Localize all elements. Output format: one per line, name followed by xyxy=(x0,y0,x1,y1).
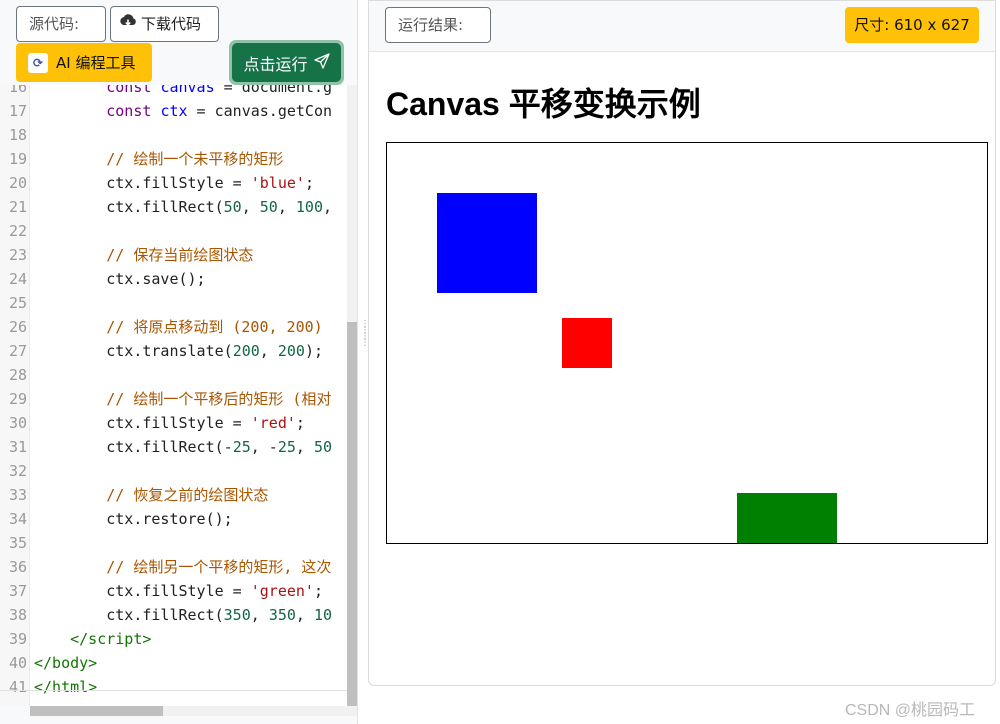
line-number: 19 xyxy=(8,150,27,168)
code-text: ctx.save(); xyxy=(34,270,206,288)
editor-vertical-scroll-thumb[interactable] xyxy=(347,322,357,706)
line-number: 36 xyxy=(8,558,27,576)
code-text: ctx.restore(); xyxy=(34,510,233,528)
line-number: 30 xyxy=(8,414,27,432)
code-text: </html> xyxy=(34,678,98,696)
code-text: ctx.fillStyle = 'blue'; xyxy=(34,174,314,192)
code-text: // 绘制另一个平移的矩形, 这次 xyxy=(106,558,332,576)
line-number: 35 xyxy=(8,534,27,552)
demo-canvas xyxy=(386,142,988,544)
line-number: 21 xyxy=(8,198,27,216)
red-rect xyxy=(562,318,612,368)
result-pane: 运行结果: 尺寸: 610 x 627 Canvas 平移变换示例 xyxy=(368,0,996,686)
line-number: 34 xyxy=(8,510,27,528)
code-text: </script> xyxy=(70,630,152,648)
run-result-button[interactable]: 运行结果: xyxy=(385,7,491,43)
code-text: // 绘制一个平移后的矩形 (相对 xyxy=(106,390,332,408)
run-button-focus-ring: 点击运行 xyxy=(229,40,344,85)
editor-bottom-rule xyxy=(0,690,347,691)
code-text: ctx.translate(200, 200); xyxy=(34,342,323,360)
code-text: // 恢复之前的绘图状态 xyxy=(106,486,269,504)
size-badge: 尺寸: 610 x 627 xyxy=(845,7,979,43)
green-rect xyxy=(737,493,837,543)
line-number: 31 xyxy=(8,438,27,456)
line-number: 29 xyxy=(8,390,27,408)
code-pane: 源代码: 下载代码 ⟳ AI 编程工具 点击运行 16 const canvas… xyxy=(0,0,358,724)
run-button-label: 点击运行 xyxy=(243,54,308,74)
line-number: 20 xyxy=(8,174,27,192)
blue-rect xyxy=(437,193,537,293)
line-number: 25 xyxy=(8,294,27,312)
line-number: 32 xyxy=(8,462,27,480)
watermark: CSDN @桃园码工 xyxy=(845,702,976,719)
code-text: ctx.fillRect(-25, -25, 50 xyxy=(34,438,333,456)
line-number: 27 xyxy=(8,342,27,360)
ai-tools-label: AI 编程工具 xyxy=(56,54,136,72)
code-text: const ctx = canvas.getCon xyxy=(106,102,333,120)
page-title: Canvas 平移变换示例 xyxy=(386,86,701,122)
ai-tools-button[interactable]: ⟳ AI 编程工具 xyxy=(16,43,152,82)
line-number: 39 xyxy=(8,630,27,648)
code-editor[interactable]: 16 const canvas = document.g 17 const ctx… xyxy=(0,85,347,706)
code-text: // 将原点移动到 (200, 200) xyxy=(106,318,323,336)
code-text: const canvas = document.g xyxy=(106,85,333,96)
line-number: 33 xyxy=(8,486,27,504)
code-text: // 保存当前绘图状态 xyxy=(106,246,254,264)
source-code-button[interactable]: 源代码: xyxy=(16,6,106,42)
line-number: 40 xyxy=(8,654,27,672)
run-button[interactable]: 点击运行 xyxy=(232,43,341,82)
line-number: 17 xyxy=(8,102,27,120)
code-text: </body> xyxy=(34,654,98,672)
ai-logo-icon: ⟳ xyxy=(28,52,48,73)
line-number: 26 xyxy=(8,318,27,336)
result-header: 运行结果: 尺寸: 610 x 627 xyxy=(369,1,995,52)
cloud-download-icon xyxy=(119,7,137,41)
line-number: 16 xyxy=(8,85,27,96)
code-text: ctx.fillStyle = 'red'; xyxy=(34,414,305,432)
code-text: ctx.fillRect(350, 350, 10 xyxy=(34,606,333,624)
send-icon xyxy=(313,52,330,73)
download-code-label: 下载代码 xyxy=(141,15,202,33)
line-number: 37 xyxy=(8,582,27,600)
editor-horizontal-scroll-thumb[interactable] xyxy=(30,706,163,716)
code-text: // 绘制一个未平移的矩形 xyxy=(106,150,284,168)
line-number: 18 xyxy=(8,126,27,144)
line-number: 41 xyxy=(8,678,27,696)
line-number: 23 xyxy=(8,246,27,264)
line-number: 28 xyxy=(8,366,27,384)
download-code-button[interactable]: 下载代码 xyxy=(110,6,219,42)
line-number: 24 xyxy=(8,270,27,288)
code-text: ctx.fillRect(50, 50, 100, xyxy=(34,198,333,216)
code-text: ctx.fillStyle = 'green'; xyxy=(34,582,323,600)
line-number: 38 xyxy=(8,606,27,624)
line-number: 22 xyxy=(8,222,27,240)
pane-resize-handle[interactable]: ⋮ ⋮ ⋮ ⋮ xyxy=(360,320,370,356)
